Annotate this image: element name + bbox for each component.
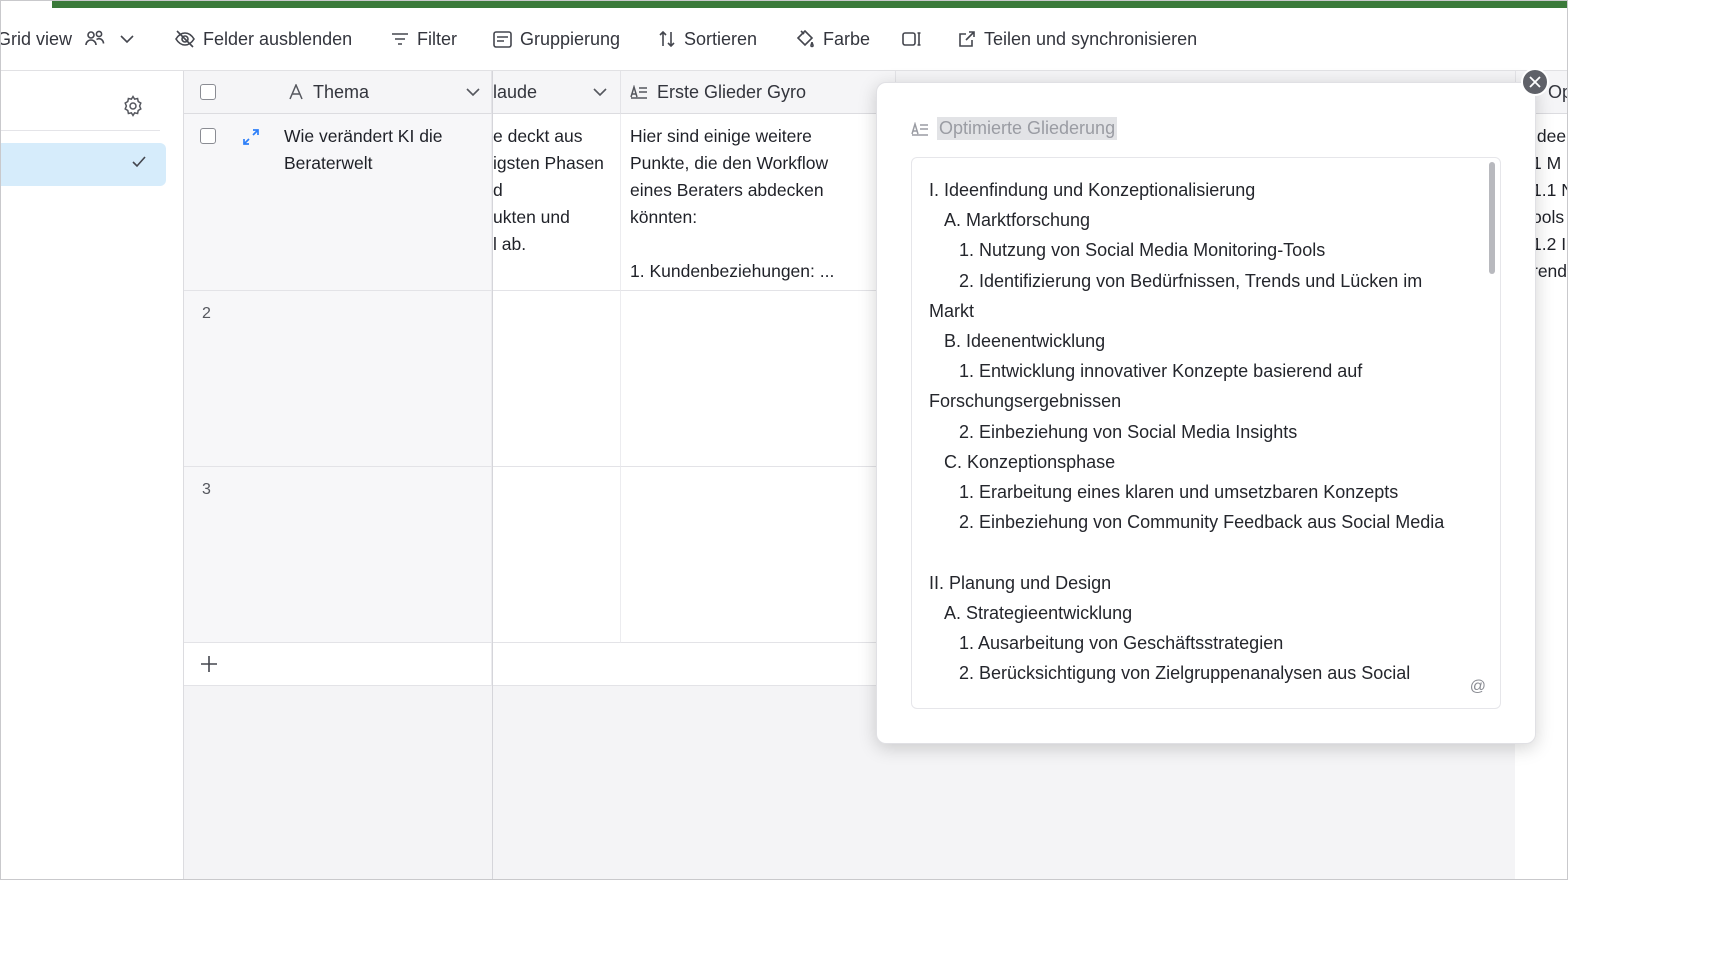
cell-claude[interactable]	[493, 467, 621, 643]
share-sync-button[interactable]: Teilen und synchronisieren	[958, 8, 1197, 70]
field-label-text: Optimierte Gliederung	[937, 117, 1118, 140]
row-number: 2	[202, 305, 211, 322]
header-gyro[interactable]: Erste Glieder Gyro	[621, 71, 896, 114]
hide-fields-label: Felder ausblenden	[203, 28, 353, 49]
header-primary: Thema	[184, 71, 492, 114]
close-expanded-cell-button[interactable]	[1521, 68, 1549, 96]
long-text-field-icon	[911, 121, 929, 136]
share-sync-label: Teilen und synchronisieren	[984, 28, 1198, 49]
cell-gyro[interactable]	[621, 291, 881, 467]
sort-label: Sortieren	[684, 28, 758, 49]
views-sidebar	[0, 71, 184, 880]
row-number: 3	[202, 481, 211, 498]
close-icon	[1529, 76, 1541, 88]
chevron-down-icon[interactable]	[593, 87, 607, 97]
filter-icon	[391, 32, 409, 46]
cell-optimized-text[interactable]: Idee 1 M 1.1 N ools 1.2 I rend	[1532, 123, 1568, 285]
hide-fields-button[interactable]: Felder ausblenden	[175, 8, 352, 70]
mention-icon[interactable]: @	[1470, 678, 1486, 696]
filter-label: Filter	[417, 28, 457, 49]
scrollbar[interactable]	[1489, 162, 1495, 274]
row-checkbox[interactable]	[200, 128, 216, 144]
sort-button[interactable]: Sortieren	[658, 8, 757, 70]
cell-gyro[interactable]: Hier sind einige weitere Punkte, die den…	[621, 114, 881, 291]
plus-icon	[200, 655, 218, 673]
header-claude[interactable]: laude	[493, 71, 621, 114]
table-row[interactable]: 3	[184, 467, 492, 643]
add-row-button[interactable]	[184, 643, 492, 686]
editor-content[interactable]: I. Ideenfindung und Konzeptionalisierung…	[929, 175, 1470, 688]
group-button[interactable]: Gruppierung	[493, 8, 620, 70]
cell-gyro[interactable]	[621, 467, 881, 643]
select-all-checkbox[interactable]	[200, 84, 216, 100]
color-label: Farbe	[823, 28, 871, 49]
row-height-button[interactable]	[902, 8, 922, 70]
cell-claude-text: e deckt aus igsten Phasen d ukten und l …	[493, 126, 604, 254]
column-header-claude: laude	[493, 81, 538, 102]
long-text-field-icon	[630, 85, 648, 99]
sort-icon	[658, 30, 676, 48]
sidebar-divider	[0, 130, 160, 131]
check-icon	[131, 155, 147, 174]
expanded-cell-panel: Optimierte Gliederung I. Ideenfindung un…	[876, 82, 1536, 744]
column-header-gyro: Erste Glieder Gyro	[657, 81, 807, 102]
column-header-optimized-label: Op	[1548, 82, 1568, 102]
table-row[interactable]: 2	[184, 291, 492, 467]
column-header-thema[interactable]: Thema	[313, 82, 369, 103]
cell-claude[interactable]	[493, 291, 621, 467]
field-label: Optimierte Gliederung	[911, 117, 1118, 140]
long-text-editor[interactable]: I. Ideenfindung und Konzeptionalisierung…	[911, 157, 1501, 709]
row-height-icon	[902, 31, 922, 47]
view-switcher[interactable]: Grid view	[0, 8, 134, 70]
view-name: Grid view	[0, 28, 73, 49]
expand-record-icon[interactable]	[242, 128, 260, 146]
eye-off-icon	[175, 30, 195, 48]
app-accent-bar	[52, 0, 1568, 8]
collaborators-icon	[84, 29, 106, 49]
filter-button[interactable]: Filter	[391, 8, 457, 70]
add-row-area[interactable]	[493, 643, 881, 686]
frozen-column-divider	[492, 71, 493, 880]
view-toolbar: Grid view Felder ausblenden Filter Grupp…	[0, 8, 1568, 71]
cell-thema[interactable]: Wie verändert KI die Beraterwelt	[284, 123, 474, 177]
external-link-icon	[958, 30, 976, 48]
sidebar-item-grid-view[interactable]	[0, 143, 166, 186]
paint-bucket-icon	[795, 29, 815, 49]
color-button[interactable]: Farbe	[795, 8, 870, 70]
chevron-down-icon[interactable]	[120, 34, 134, 44]
cell-gyro-text: Hier sind einige weitere Punkte, die den…	[630, 126, 835, 281]
group-label: Gruppierung	[520, 28, 621, 49]
group-icon	[493, 30, 512, 48]
cell-claude[interactable]: e deckt aus igsten Phasen d ukten und l …	[493, 114, 621, 291]
table-row[interactable]: Wie verändert KI die Beraterwelt	[184, 114, 492, 291]
chevron-down-icon[interactable]	[466, 87, 480, 97]
gear-icon[interactable]	[122, 95, 144, 122]
text-field-icon	[288, 84, 304, 100]
